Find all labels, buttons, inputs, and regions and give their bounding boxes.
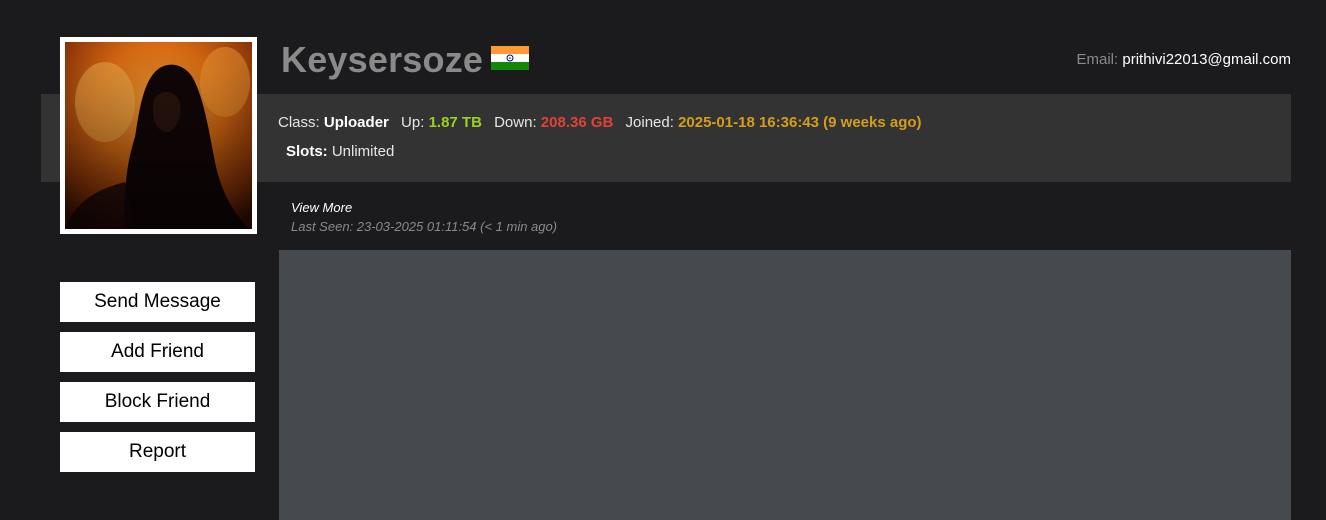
up-value: 1.87 TB [428, 114, 482, 131]
last-seen-text: Last Seen: 23-03-2025 01:11:54 (< 1 min … [291, 219, 558, 234]
down-label: Down: [494, 114, 537, 131]
class-value: Uploader [323, 114, 389, 131]
block-friend-button[interactable]: Block Friend [60, 382, 255, 422]
slots-value: Unlimited [331, 143, 395, 160]
slots-label: Slots: [286, 143, 328, 160]
username: Keysersoze [281, 39, 484, 80]
email-value: prithivi22013@gmail.com [1122, 51, 1291, 68]
avatar [60, 37, 257, 234]
down-value: 208.36 GB [540, 114, 614, 131]
view-more-link[interactable]: View More [291, 200, 352, 215]
up-label: Up: [401, 114, 425, 131]
india-flag-icon [491, 46, 529, 70]
email-label: Email: [1076, 51, 1119, 68]
profile-actions: Send Message Add Friend Block Friend Rep… [60, 282, 255, 482]
stats-line: Class: Uploader Up: 1.87 TB Down: 208.36… [278, 114, 930, 131]
send-message-button[interactable]: Send Message [60, 282, 255, 322]
report-button[interactable]: Report [60, 432, 255, 472]
joined-value: 2025-01-18 16:36:43 (9 weeks ago) [678, 114, 922, 131]
joined-stat: Joined: 2025-01-18 16:36:43 (9 weeks ago… [626, 114, 922, 131]
joined-label: Joined: [625, 114, 674, 131]
profile-content-panel [279, 250, 1291, 520]
download-stat: Down: 208.36 GB [494, 114, 617, 131]
avatar-image [65, 42, 252, 229]
profile-page: Keysersoze Email: prithivi22013@gmail.co… [0, 0, 1326, 520]
email-field: Email: prithivi22013@gmail.com [1077, 51, 1292, 68]
slots-stat: Slots: Unlimited [286, 143, 394, 160]
class-label: Class: [278, 114, 320, 131]
add-friend-button[interactable]: Add Friend [60, 332, 255, 372]
upload-stat: Up: 1.87 TB [401, 114, 486, 131]
class-stat: Class: Uploader [278, 114, 393, 131]
